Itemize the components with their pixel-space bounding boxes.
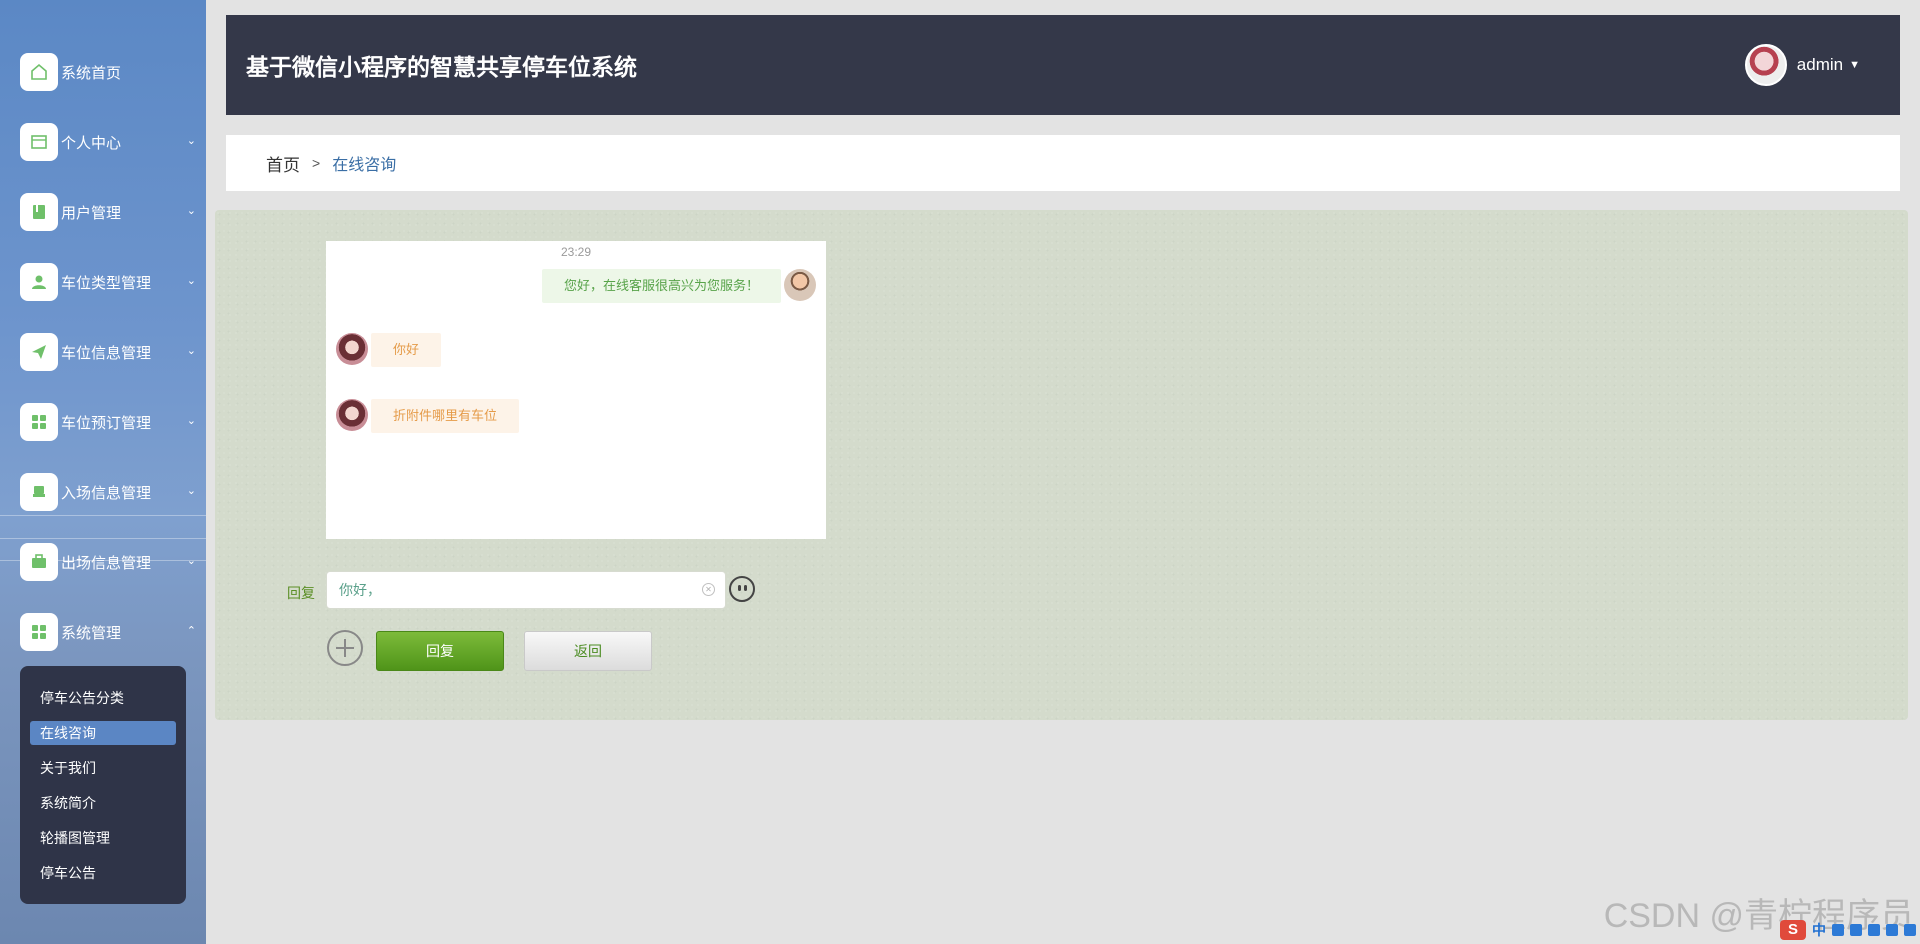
chat-history[interactable]: 23:29 您好，在线客服很高兴为您服务！ 你好 折附件哪里有车位 <box>326 241 826 539</box>
breadcrumb-current: 在线咨询 <box>332 157 397 174</box>
user-avatar <box>336 399 368 431</box>
reply-button[interactable]: 回复 <box>376 631 504 671</box>
sidebar-deco-line <box>0 538 206 539</box>
sidebar-item-space-type-management[interactable]: 车位类型管理 ⌄ <box>20 262 206 302</box>
sidebar-item-label: 系统管理 <box>61 624 122 642</box>
ime-logo-icon[interactable]: S <box>1780 920 1806 940</box>
admin-avatar <box>784 269 816 301</box>
chair-icon <box>20 473 58 511</box>
clear-input-icon[interactable]: ✕ <box>702 583 715 596</box>
briefcase-icon <box>20 543 58 581</box>
chevron-up-icon: ⌃ <box>186 625 196 637</box>
chevron-down-icon: ⌄ <box>186 415 196 427</box>
sidebar-item-label: 系统首页 <box>61 64 122 82</box>
ime-language[interactable]: 中 <box>1812 920 1826 940</box>
submenu-item-announcement-category[interactable]: 停车公告分类 <box>30 686 176 710</box>
system-title: 基于微信小程序的智慧共享停车位系统 <box>246 54 637 80</box>
submenu-item-carousel-management[interactable]: 轮播图管理 <box>30 826 176 850</box>
sidebar-deco-line <box>0 515 206 516</box>
breadcrumb: 首页 > 在线咨询 <box>226 135 1900 191</box>
chat-timestamp: 23:29 <box>560 245 592 259</box>
chevron-down-icon: ⌄ <box>186 275 196 287</box>
submenu-item-about-us[interactable]: 关于我们 <box>30 756 176 780</box>
sidebar-item-entry-management[interactable]: 入场信息管理 ⌄ <box>20 472 206 512</box>
user-icon <box>20 263 58 301</box>
ime-tray: S 中 <box>1780 920 1916 940</box>
grid-icon <box>20 613 58 651</box>
reply-input[interactable] <box>326 571 726 609</box>
submenu-item-system-intro[interactable]: 系统简介 <box>30 791 176 815</box>
admin-message: 您好，在线客服很高兴为您服务！ <box>541 269 781 303</box>
sidebar-item-reservation-management[interactable]: 车位预订管理 ⌄ <box>20 402 206 442</box>
sidebar-item-home[interactable]: 系统首页 <box>20 52 206 92</box>
user-message: 你好 <box>371 333 442 367</box>
sidebar-item-label: 入场信息管理 <box>61 484 152 502</box>
avatar <box>1744 44 1787 86</box>
skin-icon[interactable] <box>1886 924 1898 936</box>
emoji-icon[interactable] <box>729 576 755 602</box>
sidebar-item-label: 车位预订管理 <box>61 414 152 432</box>
sidebar-item-label: 车位类型管理 <box>61 274 152 292</box>
sidebar-item-exit-management[interactable]: 出场信息管理 ⌄ <box>20 542 206 582</box>
sidebar-item-label: 个人中心 <box>61 134 122 152</box>
toolbox-icon[interactable] <box>1904 924 1916 936</box>
chat-panel: 23:29 您好，在线客服很高兴为您服务！ 你好 折附件哪里有车位 回复 ✕ 回… <box>215 210 1908 720</box>
reply-label: 回复 <box>287 585 315 601</box>
grid-icon <box>20 403 58 441</box>
microphone-icon[interactable] <box>1850 924 1862 936</box>
chevron-down-icon: ⌄ <box>186 345 196 357</box>
calendar-icon <box>20 123 58 161</box>
chevron-down-icon: ⌄ <box>186 555 196 567</box>
user-message: 折附件哪里有车位 <box>371 399 520 433</box>
submenu-item-online-consult[interactable]: 在线咨询 <box>30 721 176 745</box>
sidebar-item-label: 车位信息管理 <box>61 344 152 362</box>
sidebar-item-label: 出场信息管理 <box>61 554 152 572</box>
add-attachment-icon[interactable] <box>327 630 363 666</box>
top-header: 基于微信小程序的智慧共享停车位系统 admin ▼ <box>226 15 1900 115</box>
sidebar-item-space-info-management[interactable]: 车位信息管理 ⌄ <box>20 332 206 372</box>
sidebar-item-user-management[interactable]: 用户管理 ⌄ <box>20 192 206 232</box>
user-menu[interactable]: admin ▼ <box>1744 44 1860 86</box>
breadcrumb-separator: > <box>312 155 321 171</box>
username: admin <box>1796 55 1844 74</box>
book-icon <box>20 193 58 231</box>
caret-down-icon: ▼ <box>1849 59 1860 71</box>
app-root: 系统首页 个人中心 ⌄ 用户管理 ⌄ 车位类型管理 ⌄ 车位信息管理 ⌄ 车位预… <box>0 0 1920 944</box>
back-button[interactable]: 返回 <box>524 631 652 671</box>
chevron-down-icon: ⌄ <box>186 135 196 147</box>
sidebar: 系统首页 个人中心 ⌄ 用户管理 ⌄ 车位类型管理 ⌄ 车位信息管理 ⌄ 车位预… <box>0 0 206 944</box>
sidebar-item-personal-center[interactable]: 个人中心 ⌄ <box>20 122 206 162</box>
system-submenu: 停车公告分类 在线咨询 关于我们 系统简介 轮播图管理 停车公告 <box>20 666 186 904</box>
ime-punctuation-icon[interactable] <box>1832 924 1844 936</box>
chevron-down-icon: ⌄ <box>186 205 196 217</box>
sidebar-item-label: 用户管理 <box>61 204 122 222</box>
breadcrumb-home[interactable]: 首页 <box>266 151 300 176</box>
submenu-item-announcement[interactable]: 停车公告 <box>30 861 176 885</box>
keyboard-icon[interactable] <box>1868 924 1880 936</box>
paper-plane-icon <box>20 333 58 371</box>
home-icon <box>20 53 58 91</box>
sidebar-item-system-management[interactable]: 系统管理 ⌃ <box>20 612 206 652</box>
chevron-down-icon: ⌄ <box>186 485 196 497</box>
user-avatar <box>336 333 368 365</box>
